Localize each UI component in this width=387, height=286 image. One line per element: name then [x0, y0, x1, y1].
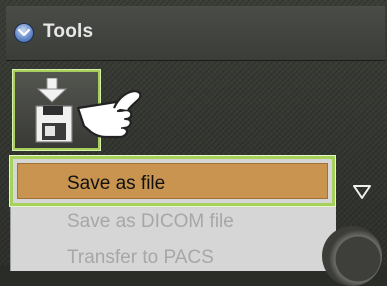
tools-panel-header[interactable]: Tools [6, 6, 385, 61]
menu-item-label-save-as-file: Save as file [67, 173, 166, 194]
expand-options-button[interactable] [342, 176, 382, 212]
menu-item-save-as-dicom-file[interactable]: Save as DICOM file [67, 211, 234, 233]
collapse-icon[interactable] [14, 23, 34, 43]
dial-control[interactable] [322, 226, 382, 286]
panel-title: Tools [43, 21, 94, 42]
pointing-hand-cursor-icon [76, 89, 142, 139]
menu-item-transfer-to-pacs[interactable]: Transfer to PACS [67, 247, 214, 269]
triangle-down-icon [353, 185, 371, 199]
selected-item-highlight [17, 163, 328, 199]
menu-item-save-as-file[interactable] [9, 155, 336, 207]
